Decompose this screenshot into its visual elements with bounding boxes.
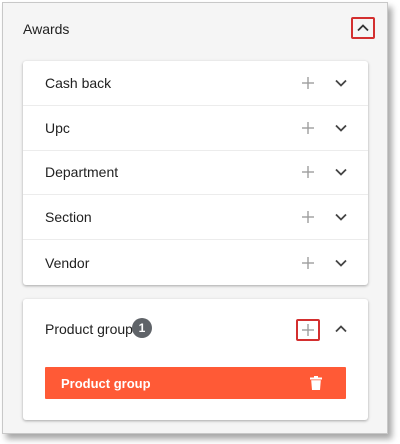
list-item-vendor[interactable]: Vendor	[23, 240, 368, 285]
plus-icon	[302, 121, 314, 134]
add-department-button[interactable]	[299, 163, 317, 181]
list-item-department[interactable]: Department	[23, 151, 368, 196]
add-section-button[interactable]	[299, 208, 317, 226]
chevron-down-icon	[335, 214, 347, 222]
chevron-down-icon	[335, 79, 347, 87]
collapse-product-group-button[interactable]	[332, 320, 350, 338]
delete-product-group-button[interactable]	[308, 375, 324, 391]
chevron-down-icon	[335, 259, 347, 267]
award-type-label: Vendor	[45, 254, 90, 271]
expand-section-button[interactable]	[332, 208, 350, 226]
product-group-card: Product group 1 Product group	[23, 299, 368, 420]
add-cash-back-button[interactable]	[299, 74, 317, 92]
add-product-group-button[interactable]	[296, 319, 320, 341]
plus-icon	[302, 324, 314, 336]
award-type-label: Upc	[45, 119, 70, 136]
award-type-label: Department	[45, 164, 119, 181]
plus-icon	[302, 211, 314, 224]
chevron-down-icon	[335, 124, 347, 132]
product-group-item[interactable]: Product group	[45, 367, 346, 399]
award-types-list: Cash back Upc Department Section Vendor	[23, 61, 368, 285]
product-group-item-label: Product group	[61, 376, 151, 391]
award-type-label: Section	[45, 209, 92, 226]
trash-icon	[310, 376, 322, 390]
expand-department-button[interactable]	[332, 163, 350, 181]
award-type-label: Cash back	[45, 74, 112, 91]
product-group-title: Product group	[45, 321, 133, 337]
chevron-up-icon	[357, 24, 369, 32]
count-badge: 1	[132, 318, 152, 338]
plus-icon	[302, 166, 314, 179]
chevron-down-icon	[335, 169, 347, 177]
add-vendor-button[interactable]	[299, 254, 317, 272]
awards-panel-header: Awards	[3, 3, 387, 55]
panel-title: Awards	[23, 21, 70, 37]
awards-panel: Awards Cash back Upc Department Section …	[2, 2, 388, 434]
chevron-up-icon	[335, 325, 347, 333]
list-item-cash-back[interactable]: Cash back	[23, 61, 368, 106]
plus-icon	[302, 76, 314, 89]
collapse-awards-button[interactable]	[351, 17, 375, 39]
product-group-header: Product group 1	[23, 299, 368, 359]
expand-upc-button[interactable]	[332, 119, 350, 137]
add-upc-button[interactable]	[299, 119, 317, 137]
expand-vendor-button[interactable]	[332, 254, 350, 272]
expand-cash-back-button[interactable]	[332, 74, 350, 92]
list-item-section[interactable]: Section	[23, 195, 368, 241]
list-item-upc[interactable]: Upc	[23, 106, 368, 151]
plus-icon	[302, 256, 314, 269]
